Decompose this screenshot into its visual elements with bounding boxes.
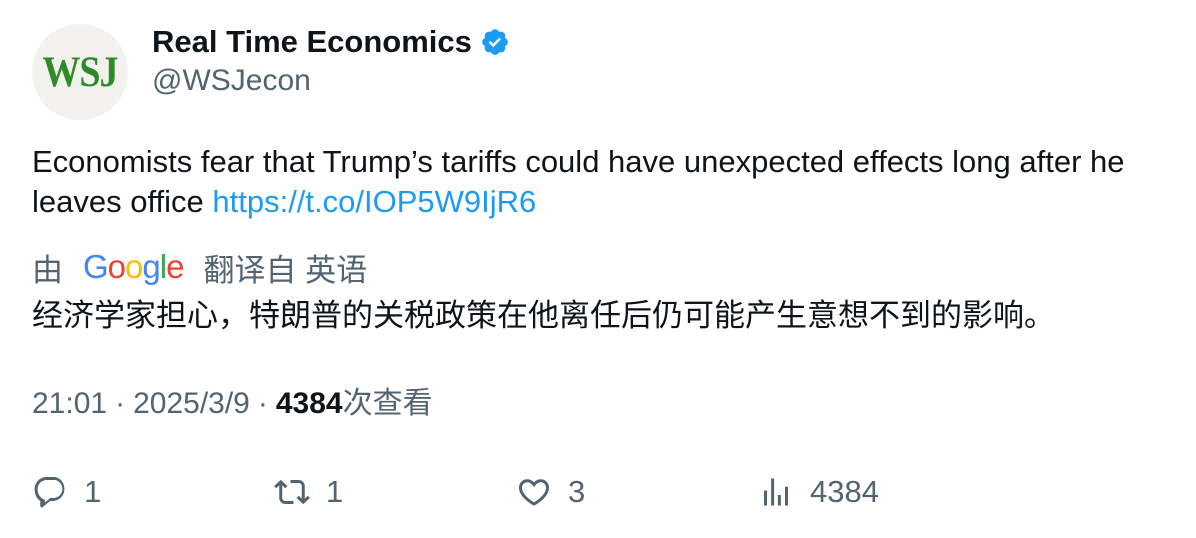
tweet-time[interactable]: 21:01 bbox=[32, 384, 107, 424]
heart-icon bbox=[518, 479, 550, 506]
tweet-date[interactable]: 2025/3/9 bbox=[133, 384, 250, 424]
translation-suffix: 翻译自 英语 bbox=[203, 252, 368, 288]
retweet-count: 1 bbox=[326, 474, 344, 509]
views-action-count: 4384 bbox=[810, 474, 879, 509]
tweet-body: Economists fear that Trump’s tariffs cou… bbox=[32, 144, 1125, 219]
tweet-card: WSJ Real Time Economics @WSJecon Economi… bbox=[0, 0, 1196, 538]
reply-button[interactable]: 1 bbox=[32, 470, 101, 514]
wsj-logo: WSJ bbox=[42, 47, 118, 97]
tweet-text: Economists fear that Trump’s tariffs cou… bbox=[32, 142, 1172, 222]
translation-prefix: 由 bbox=[32, 252, 63, 288]
verified-badge-icon bbox=[482, 29, 508, 55]
author-name-row: Real Time Economics bbox=[152, 24, 510, 60]
meta-separator: · bbox=[257, 387, 268, 420]
display-name[interactable]: Real Time Economics bbox=[152, 24, 472, 60]
meta-separator: · bbox=[115, 387, 126, 420]
like-count: 3 bbox=[568, 474, 586, 509]
tweet-link[interactable]: https://t.co/IOP5W9IjR6 bbox=[212, 184, 536, 219]
views-label: 次查看 bbox=[342, 387, 433, 420]
google-logo[interactable]: Google bbox=[83, 248, 184, 286]
tweet-meta: 21:01 · 2025/3/9 · 4384 次查看 bbox=[32, 384, 433, 424]
like-button[interactable]: 3 bbox=[516, 470, 585, 514]
avatar[interactable]: WSJ bbox=[32, 24, 128, 120]
views-button[interactable]: 4384 bbox=[758, 470, 879, 514]
reply-count: 1 bbox=[84, 474, 102, 509]
retweet-button[interactable]: 1 bbox=[274, 470, 343, 514]
retweet-icon bbox=[274, 479, 310, 505]
analytics-icon bbox=[764, 478, 788, 506]
action-bar: 1 1 3 4384 bbox=[32, 470, 1172, 514]
translated-text: 经济学家担心，特朗普的关税政策在他离任后仍可能产生意想不到的影响。 bbox=[32, 298, 1055, 333]
reply-icon bbox=[34, 477, 65, 508]
views-count: 4384 bbox=[275, 387, 343, 420]
author-handle[interactable]: @WSJecon bbox=[152, 64, 311, 98]
translation-attribution: 由 Google 翻译自 英语 bbox=[32, 247, 368, 288]
